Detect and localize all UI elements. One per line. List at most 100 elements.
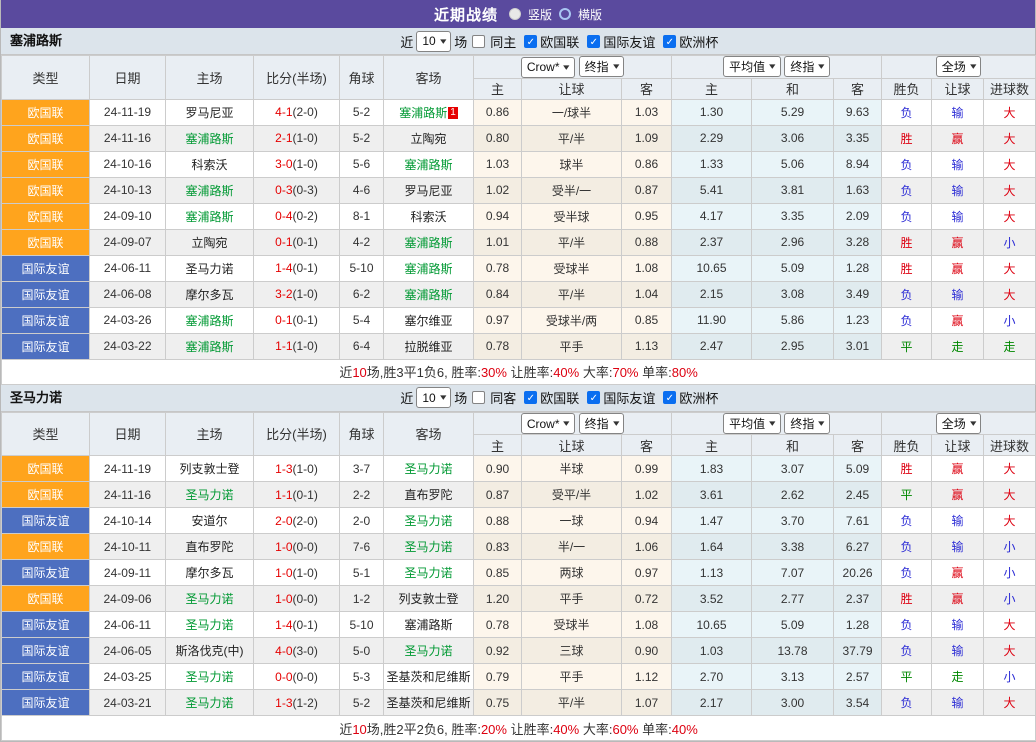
- result-outcome: 负: [881, 559, 933, 586]
- match-row: 欧国联 24-09-10 塞浦路斯 0-4(0-2) 8-1 科索沃 0.94 受半球 0.95…: [1, 202, 1036, 230]
- avg-stage-select[interactable]: 终指 ▾: [784, 56, 830, 78]
- match-count-select[interactable]: 10 ▾: [416, 30, 452, 52]
- odds-away: 1.07: [620, 689, 673, 716]
- match-row: 欧国联 24-09-06 圣马力诺 1-0(0-0) 1-2 列支敦士登 1.20 平手 0.7…: [1, 585, 1036, 612]
- score-cell: 0-1(0-1): [253, 228, 340, 256]
- result-goals: 大: [983, 280, 1036, 308]
- odds-company-select[interactable]: Crow* ▾: [520, 56, 576, 78]
- col-odds-away: 客: [620, 434, 673, 456]
- league-label-friendly[interactable]: 国际友谊: [603, 32, 655, 51]
- scope-select[interactable]: 全场 ▾: [935, 56, 982, 78]
- result-outcome: 负: [881, 611, 933, 638]
- chevron-down-icon: ▾: [563, 61, 570, 72]
- odds-company-select[interactable]: Crow* ▾: [520, 413, 576, 434]
- odds-group-header: Crow* ▾ 终指 ▾: [472, 411, 673, 435]
- league-badge: 国际友谊: [1, 254, 90, 282]
- away-team: 圣基茨和尼维斯: [383, 689, 474, 716]
- same-away-checkbox[interactable]: [472, 391, 486, 404]
- away-team: 塞浦路斯: [383, 254, 474, 282]
- avg-away: 7.61: [833, 507, 883, 534]
- result-outcome: 负: [881, 150, 933, 178]
- odds-handicap: 受球半/两: [521, 306, 622, 334]
- result-outcome: 胜: [881, 228, 933, 256]
- home-team: 列支敦士登: [165, 455, 254, 482]
- league-checkbox-euro[interactable]: ✓: [663, 391, 677, 404]
- league-label-euro[interactable]: 欧洲杯: [679, 388, 718, 407]
- league-badge: 欧国联: [1, 176, 90, 204]
- odds-handicap: 两球: [521, 559, 622, 586]
- league-checkbox-nations[interactable]: ✓: [524, 391, 538, 404]
- avg-select[interactable]: 平均值 ▾: [723, 56, 781, 78]
- avg-stage-select[interactable]: 终指 ▾: [784, 412, 830, 434]
- score-cell: 1-1(1-0): [253, 332, 340, 360]
- avg-draw: 3.35: [751, 202, 835, 230]
- league-label-friendly[interactable]: 国际友谊: [603, 388, 655, 407]
- odds-home: 1.01: [473, 228, 522, 256]
- odds-home: 1.03: [473, 150, 522, 178]
- odds-away: 0.90: [620, 637, 673, 664]
- avg-draw: 13.78: [751, 637, 835, 664]
- home-team: 安道尔: [165, 507, 254, 534]
- match-date: 24-11-16: [89, 481, 166, 508]
- avg-select[interactable]: 平均值 ▾: [723, 412, 781, 434]
- match-row: 国际友谊 24-06-11 圣马力诺 1-4(0-1) 5-10 塞浦路斯 0.78 受球半 1…: [1, 254, 1036, 282]
- avg-away: 1.23: [833, 306, 883, 334]
- score-cell: 1-3(1-0): [253, 455, 340, 482]
- summary-line: 近10场,胜2平2负6, 胜率:20% 让胜率:40% 大率:60% 单率:40…: [0, 715, 1036, 741]
- away-team: 立陶宛: [383, 124, 474, 152]
- scope-select[interactable]: 全场 ▾: [935, 412, 982, 434]
- avg-away: 1.28: [833, 254, 883, 282]
- odds-stage-select[interactable]: 终指 ▾: [578, 412, 625, 434]
- away-team: 圣马力诺: [383, 637, 474, 664]
- layout-radio-horizontal-label[interactable]: 横版: [578, 6, 602, 23]
- odds-handicap: 受平/半: [521, 481, 622, 508]
- same-home-checkbox[interactable]: [472, 34, 486, 48]
- home-team: 斯洛伐克(中): [165, 637, 254, 664]
- league-label-euro[interactable]: 欧洲杯: [679, 32, 718, 51]
- league-checkbox-nations[interactable]: ✓: [524, 34, 538, 48]
- match-date: 24-06-11: [89, 611, 166, 638]
- odds-stage-select[interactable]: 终指 ▾: [578, 56, 625, 77]
- corner-score: 4-2: [339, 228, 384, 256]
- result-handicap: 输: [931, 202, 985, 230]
- odds-away: 0.94: [620, 507, 673, 534]
- col-date: 日期: [89, 55, 166, 100]
- league-checkbox-friendly[interactable]: ✓: [587, 391, 601, 404]
- score-cell: 3-0(1-0): [253, 150, 340, 178]
- score-cell: 2-1(1-0): [253, 124, 340, 152]
- league-badge: 欧国联: [1, 124, 90, 152]
- league-checkbox-euro[interactable]: ✓: [663, 34, 677, 48]
- league-badge: 国际友谊: [1, 637, 90, 664]
- result-goals: 小: [983, 585, 1036, 612]
- score-cell: 1-0(0-0): [253, 585, 340, 612]
- avg-home: 1.30: [671, 98, 753, 126]
- away-team: 圣马力诺: [383, 455, 474, 482]
- away-team: 塞尔维亚: [383, 306, 474, 334]
- odds-away: 1.08: [620, 611, 673, 638]
- match-date: 24-09-07: [89, 228, 166, 256]
- result-goals: 大: [983, 202, 1036, 230]
- same-away-label[interactable]: 同客: [490, 388, 516, 407]
- odds-away: 0.86: [620, 150, 673, 178]
- avg-home: 3.61: [671, 481, 753, 508]
- avg-draw: 2.77: [751, 585, 835, 612]
- same-home-label[interactable]: 同主: [490, 32, 516, 51]
- layout-radio-vertical-label[interactable]: 竖版: [528, 6, 552, 23]
- odds-away: 1.03: [620, 98, 673, 126]
- odds-home: 0.90: [473, 455, 522, 482]
- league-label-nations[interactable]: 欧国联: [540, 32, 579, 51]
- layout-radio-horizontal[interactable]: [559, 8, 571, 20]
- match-row: 国际友谊 24-10-14 安道尔 2-0(2-0) 2-0 圣马力诺 0.88 一球 0.94…: [1, 507, 1036, 534]
- layout-radio-vertical[interactable]: [508, 8, 521, 20]
- league-label-nations[interactable]: 欧国联: [540, 388, 579, 407]
- col-avg-away: 客: [833, 434, 883, 456]
- odds-handicap: 受半/一: [521, 176, 622, 204]
- col-away: 客场: [383, 411, 474, 456]
- league-checkbox-friendly[interactable]: ✓: [587, 34, 601, 48]
- result-goals: 大: [983, 481, 1036, 508]
- col-odds-away: 客: [620, 77, 673, 100]
- match-row: 国际友谊 24-03-25 圣马力诺 0-0(0-0) 5-3 圣基茨和尼维斯 0.79 平手…: [1, 663, 1036, 690]
- avg-draw: 3.13: [751, 663, 835, 690]
- match-count-select[interactable]: 10 ▾: [416, 387, 452, 408]
- league-badge: 欧国联: [1, 98, 90, 126]
